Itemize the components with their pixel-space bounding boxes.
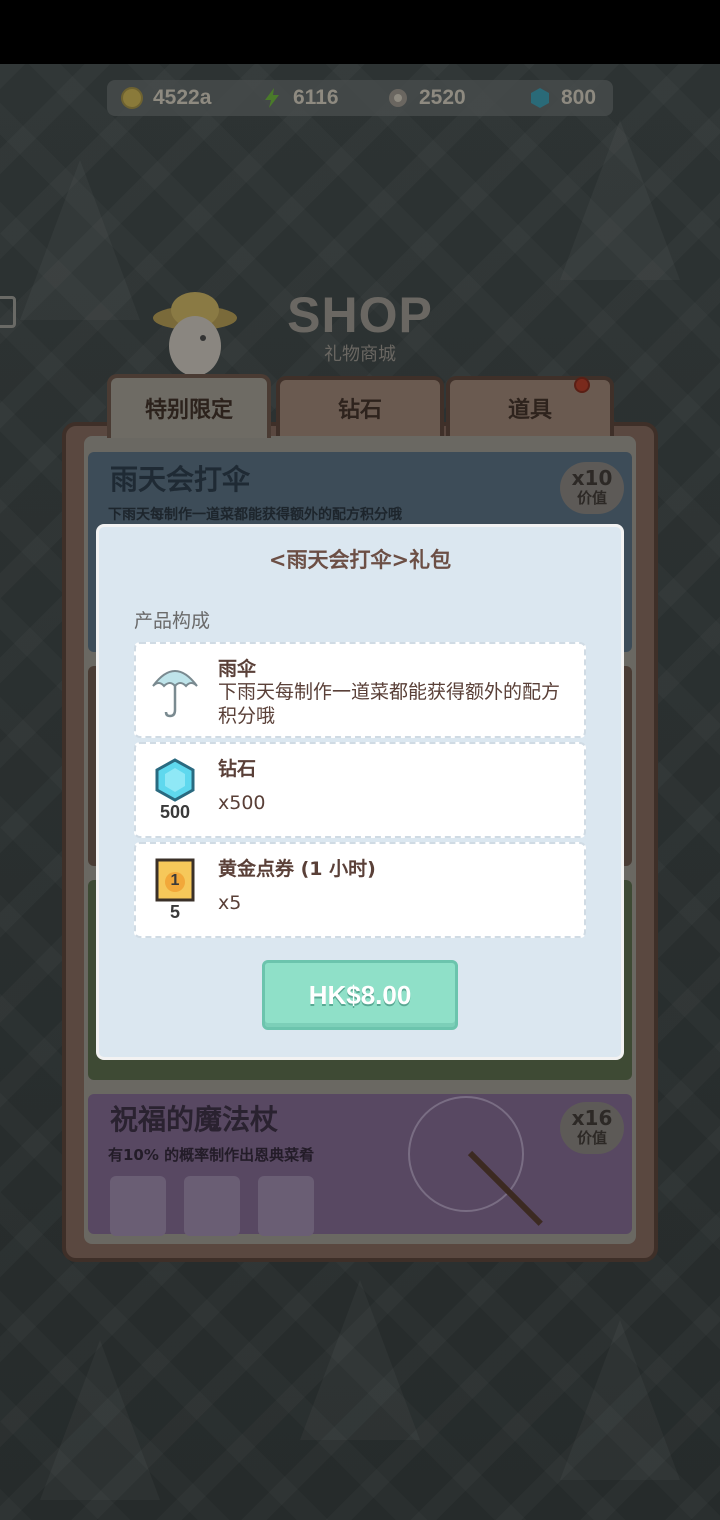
dialog-title: <雨天会打伞>礼包 [268,548,452,572]
item-name: 钻石 [218,758,257,780]
umbrella-icon [150,656,200,726]
magic-card-desc: 有10% 的概率制作出恩典菜肴 [108,1146,315,1164]
rain-card-title: 雨天会打伞 [110,463,251,496]
page-title: SHOP [287,287,433,343]
section-label: 产品构成 [134,610,211,632]
page-subtitle: 礼物商城 [324,344,396,365]
bolt-icon [261,87,283,109]
badge-label: 价值 [576,1129,607,1147]
currency-coins: 4522a [121,80,211,116]
value-badge: x16 价值 [560,1102,624,1154]
value-badge: x10 价值 [560,462,624,514]
buy-button[interactable]: HK$8.00 [262,960,458,1030]
magic-card-title: 祝福的魔法杖 [110,1103,279,1136]
currency-gems: 800 [529,80,596,116]
list-item: 雨伞 下雨天每制作一道菜都能获得额外的配方积分哦 [134,642,586,738]
coin-icon [121,87,143,109]
badge-multiplier: x16 [571,1106,613,1130]
diamond-icon: 500 [150,756,200,826]
tab-special[interactable]: 特别限定 [107,374,271,438]
list-item: 500 钻石 x500 [134,742,586,838]
coins-value: 4522a [153,86,212,109]
gears-value: 2520 [419,86,466,109]
status-bar [0,0,720,64]
tree-decoration [300,1280,420,1440]
item-name: 雨伞 [218,658,257,680]
wand-item-icon [110,1176,166,1236]
tree-decoration [560,1320,680,1480]
currency-gears: 2520 [387,80,466,116]
ticket-item-icon [258,1176,314,1236]
icon-caption: 500 [159,802,191,822]
item-desc: 下雨天每制作一道菜都能获得额外的配方积分哦 [218,681,561,727]
item-quantity: x500 [218,792,266,814]
gear-icon [387,87,409,109]
badge-label: 价值 [576,489,607,507]
ticket-number: 1 [170,872,180,889]
currency-bar: 4522a 6116 2520 800 [107,80,613,116]
icon-caption: 5 [169,902,180,922]
gems-value: 800 [561,86,597,109]
list-item: 1 5 黄金点券 (1 小时) x5 [134,842,586,938]
energy-value: 6116 [293,86,339,109]
item-quantity: x5 [218,892,242,914]
diamond-item-icon [184,1176,240,1236]
tab-diamonds[interactable]: 钻石 [276,376,444,436]
gold-ticket-icon: 1 5 [150,856,200,926]
item-name: 黄金点券 (1 小时) [218,858,376,880]
gem-icon [529,87,551,109]
tree-decoration [40,1340,160,1500]
tree-decoration [560,120,680,280]
badge-multiplier: x10 [571,466,613,490]
rain-card-desc: 下雨天每制作一道菜都能获得额外的配方积分哦 [108,507,402,523]
notification-dot [574,377,590,393]
currency-energy: 6116 [261,80,339,116]
